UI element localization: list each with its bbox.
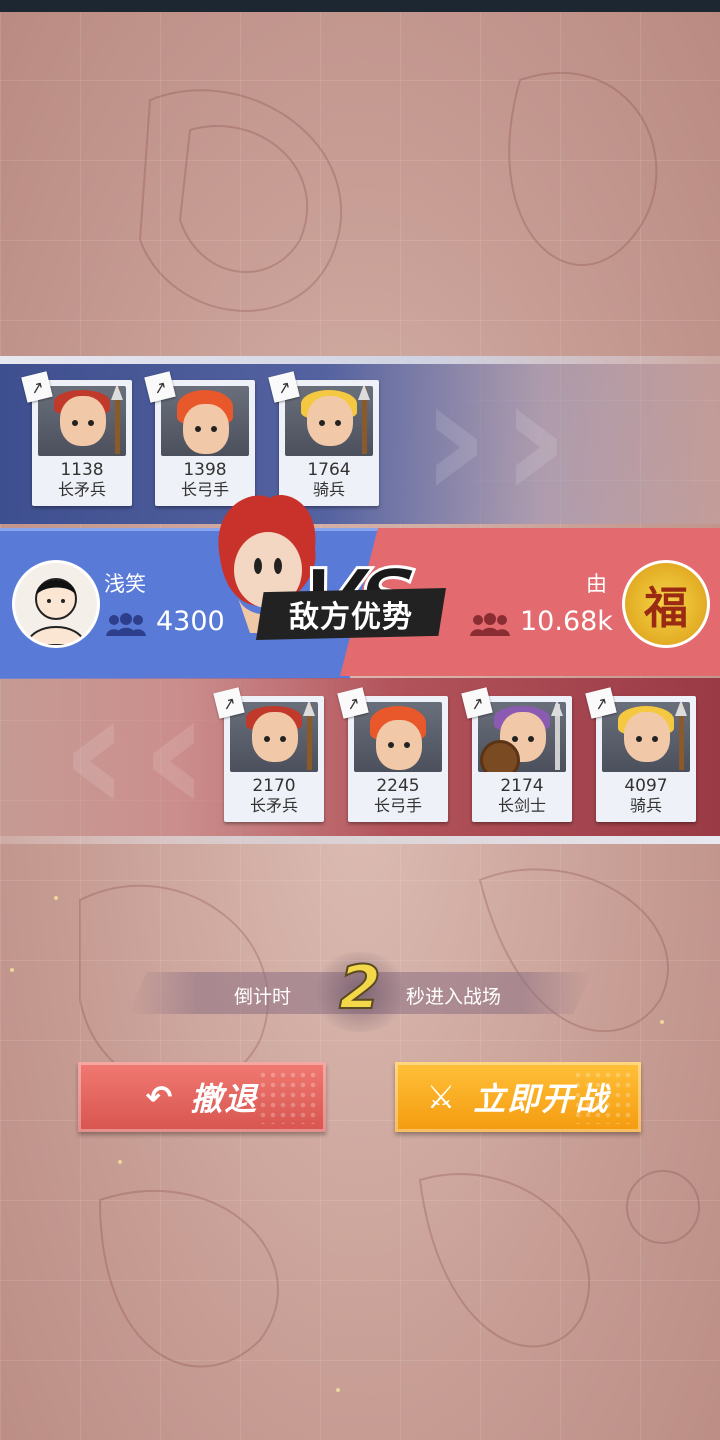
unit-power: 1764 [307,460,351,480]
sparkle [336,1388,340,1392]
enemy-unit-card[interactable]: ↗ 2170 长矛兵 [213,687,324,822]
unit-name: 长弓手 [373,796,422,815]
enemy-unit-card[interactable]: ↗ 4097 骑兵 [585,687,696,822]
unit-power: 1138 [60,460,104,480]
unit-power: 2245 [376,776,420,796]
unit-name: 长剑士 [497,796,546,815]
status-bar [0,0,720,12]
sparkle [54,896,58,900]
enemy-unit-card[interactable]: ↗ 2245 长弓手 [337,687,448,822]
player-avatar-drawing [25,578,87,645]
player-name: 浅笑 [104,572,146,596]
my-army-band-edge [0,356,720,364]
chevron-decoration-icon: ‹ [140,654,211,852]
enemy-name: 由 [586,572,607,596]
retreat-label: 撤退 [190,1080,259,1118]
fu-character-avatar[interactable]: 福 [622,560,710,648]
unit-power: 2174 [500,776,544,796]
player-avatar[interactable] [12,560,100,648]
unit-power: 1398 [183,460,227,480]
unit-name: 骑兵 [629,796,662,815]
advantage-text: 敌方优势 [289,600,413,635]
troops-icon [470,613,510,636]
start-battle-button[interactable]: ⚔ 立即开战 [395,1062,641,1132]
countdown-suffix: 秒进入战场 [406,986,502,1008]
sparkle [118,1160,122,1164]
chevron-decoration-icon: › [500,340,571,538]
compass-icon [626,1170,700,1244]
advantage-banner: 敌方优势 [256,588,446,640]
button-texture [258,1070,318,1124]
crossed-swords-icon: ⚔ [426,1078,458,1116]
enemy-unit-card[interactable]: ↗ 2174 长剑士 [461,687,572,822]
enemy-power: 10.68k [520,606,613,637]
unit-power: 2170 [252,776,296,796]
unit-name: 长矛兵 [57,480,106,499]
unit-power: 4097 [624,776,668,796]
enemy-army-band-edge [0,836,720,844]
button-texture [573,1070,633,1124]
avatar-glyph: 福 [644,583,688,634]
retreat-button[interactable]: ↶ 撤退 [78,1062,326,1132]
unit-name: 长矛兵 [249,796,298,815]
return-arrow-icon: ↶ [145,1078,175,1116]
my-unit-card[interactable]: ↗ 1138 长矛兵 [21,371,132,506]
troops-icon [106,613,146,636]
countdown-prefix: 倒计时 [234,986,292,1008]
sparkle [10,968,14,972]
sparkle [660,1020,664,1024]
chevron-decoration-icon: ‹ [60,654,131,852]
chevron-decoration-icon: › [420,340,491,538]
countdown-seconds: 2 [338,952,382,1024]
